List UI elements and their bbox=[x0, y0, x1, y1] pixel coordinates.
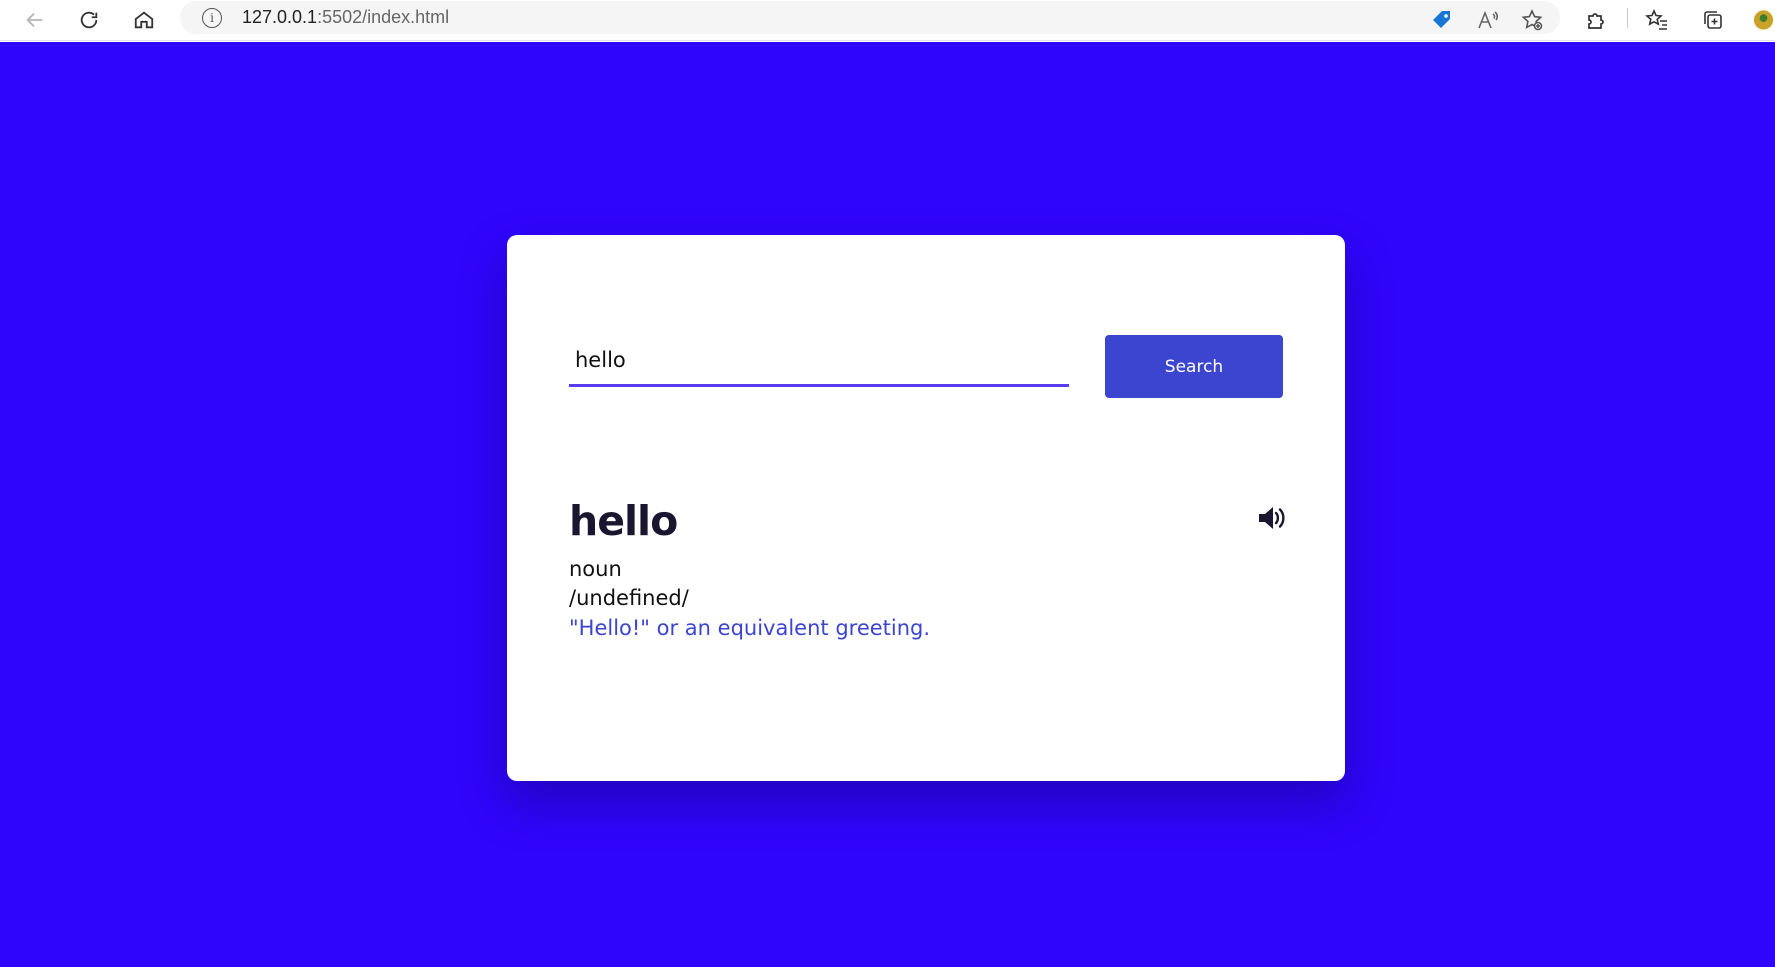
search-input[interactable] bbox=[569, 335, 1069, 387]
info-icon[interactable]: i bbox=[202, 8, 222, 28]
star-add-icon bbox=[1521, 9, 1543, 31]
definition: "Hello!" or an equivalent greeting. bbox=[569, 616, 931, 640]
collections-button[interactable] bbox=[1697, 4, 1729, 36]
part-of-speech: noun bbox=[569, 557, 622, 581]
tag-icon bbox=[1433, 11, 1450, 28]
home-button[interactable] bbox=[129, 5, 159, 35]
phonetic: /undefined/ bbox=[569, 586, 689, 610]
add-favorite-button[interactable] bbox=[1516, 4, 1548, 36]
avatar-icon bbox=[1753, 10, 1774, 30]
puzzle-icon bbox=[1588, 13, 1604, 29]
page-viewport: Search hello noun /undefined/ "Hello!" o… bbox=[0, 42, 1775, 967]
dictionary-card: Search hello noun /undefined/ "Hello!" o… bbox=[507, 235, 1345, 781]
read-aloud-icon bbox=[1478, 10, 1499, 29]
play-sound-button[interactable] bbox=[1256, 503, 1288, 533]
browser-toolbar: i 127.0.0.1:5502/index.html bbox=[0, 0, 1775, 41]
refresh-icon bbox=[80, 11, 98, 29]
favorites-button[interactable] bbox=[1641, 4, 1673, 36]
extensions-button[interactable] bbox=[1580, 4, 1612, 36]
favorites-list-icon bbox=[1645, 9, 1667, 30]
search-button[interactable]: Search bbox=[1105, 335, 1283, 398]
arrow-left-icon bbox=[26, 12, 43, 28]
toolbar-divider bbox=[1627, 8, 1628, 28]
word-title: hello bbox=[569, 497, 678, 545]
address-bar[interactable]: i 127.0.0.1:5502/index.html bbox=[180, 1, 1560, 34]
home-icon bbox=[134, 11, 154, 29]
profile-avatar[interactable] bbox=[1752, 4, 1775, 36]
url-text[interactable]: 127.0.0.1:5502/index.html bbox=[242, 7, 449, 28]
extension-tag-button[interactable] bbox=[1426, 4, 1458, 36]
read-aloud-button[interactable] bbox=[1472, 4, 1504, 36]
back-button[interactable] bbox=[20, 5, 50, 35]
refresh-button[interactable] bbox=[74, 5, 104, 35]
collections-icon bbox=[1704, 11, 1722, 29]
volume-up-icon bbox=[1259, 507, 1285, 529]
